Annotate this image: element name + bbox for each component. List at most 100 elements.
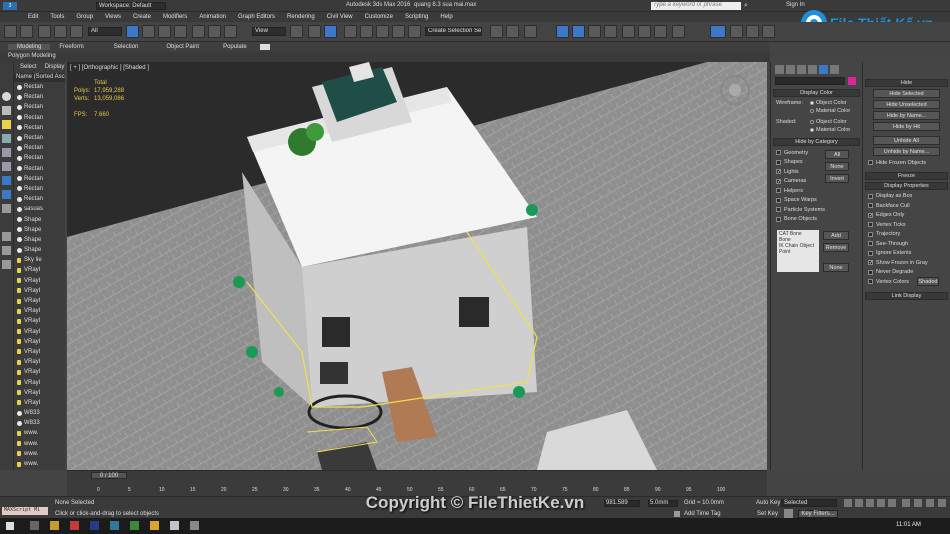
select-object-icon[interactable] [126,25,139,38]
redo-icon[interactable] [20,25,33,38]
create-tab-icon[interactable] [775,65,784,74]
tab-selection[interactable]: Selection [105,44,148,50]
key-filters-button[interactable]: Key Filters... [798,510,838,518]
maxscript-listener-field[interactable]: MAXScript Mi [2,507,48,515]
cat-bones-checkbox[interactable] [776,216,781,222]
scale-icon[interactable] [224,25,237,38]
list-item[interactable]: sasuas [14,204,65,214]
shaded-object-color-radio[interactable] [810,120,814,124]
rendered-frame-icon[interactable] [638,25,651,38]
freeze-rollout[interactable]: Freeze [865,171,948,180]
filter-groups-icon[interactable] [2,176,11,185]
wire-object-color-radio[interactable] [810,101,814,105]
modify-tab-icon[interactable] [786,65,795,74]
hide-by-name-button[interactable]: Hide by Name... [873,111,940,120]
taskbar-app-4-icon[interactable] [90,521,99,530]
list-item[interactable]: Shape [14,225,65,235]
vertex-colors-shaded-button[interactable]: Shaded [917,277,939,286]
list-item[interactable]: Rectan [14,143,65,153]
angle-snap-icon[interactable] [360,25,373,38]
align-icon[interactable] [506,25,519,38]
coord-y-field[interactable]: 5.0mm [648,500,678,507]
bind-spacewarp-icon[interactable] [70,25,83,38]
cat-invert-button[interactable]: Invert [825,174,849,183]
filter-bones-icon[interactable] [2,204,11,213]
prop-show-frozen-gray-checkbox[interactable]: ✓ [868,260,873,266]
link-icon[interactable] [38,25,51,38]
add-time-tag-button[interactable]: Add Time Tag [684,511,721,517]
edit-named-selection-icon[interactable] [408,25,421,38]
filter-shapes-icon[interactable] [2,106,11,115]
list-item[interactable]: www. [14,469,65,470]
time-tag-icon[interactable] [674,511,680,517]
hide-by-category-rollout[interactable]: Hide by Category [773,138,860,146]
menu-graph-editors[interactable]: Graph Editors [232,14,281,20]
hierarchy-tab-icon[interactable] [797,65,806,74]
list-item[interactable]: VRayI [14,367,65,377]
prop-never-degrade-checkbox[interactable] [868,269,873,275]
filter-invert-icon[interactable] [2,260,11,269]
prop-vertex-colors-checkbox[interactable] [868,279,873,285]
prev-frame-icon[interactable] [855,499,863,507]
rect-selection-icon[interactable] [158,25,171,38]
goto-start-icon[interactable] [844,499,852,507]
coord-x-field[interactable]: 981.589 [604,500,640,507]
list-remove-button[interactable]: Remove [823,243,849,252]
object-color-swatch[interactable] [848,77,856,85]
list-item[interactable]: www. [14,428,65,438]
keyboard-shortcut-icon[interactable] [324,25,337,38]
search-input[interactable]: Type a keyword or phrase [651,2,741,10]
list-item[interactable]: Shape [14,235,65,245]
cat-lights-checkbox[interactable]: ✓ [776,169,781,175]
auto-key-button[interactable]: Auto Key [756,500,780,506]
named-selection-set-select[interactable]: Create Selection Se [425,27,482,36]
list-item[interactable]: VRayI [14,388,65,398]
tab-modeling[interactable]: Modeling [8,44,51,50]
taskbar-app-6-icon[interactable] [130,521,139,530]
list-item[interactable]: Rectan [14,92,65,102]
taskbar-app-8-icon[interactable] [170,521,179,530]
prop-trajectory-checkbox[interactable] [868,231,873,237]
list-item[interactable]: Point [779,249,817,255]
filter-lights-icon[interactable] [2,120,11,129]
list-item[interactable]: VRayI [14,327,65,337]
ribbon-options-icon[interactable] [259,44,270,50]
rotate-icon[interactable] [208,25,221,38]
list-item[interactable]: Rectan [14,153,65,163]
snap-toggle-icon[interactable] [344,25,357,38]
tab-freeform[interactable]: Freeform [50,44,92,50]
taskbar-app-2-icon[interactable] [50,521,59,530]
filter-cameras-icon[interactable] [2,134,11,143]
next-frame-icon[interactable] [877,499,885,507]
key-mode-select[interactable]: Selected [781,499,837,507]
vray-toolbar-icon[interactable] [746,25,759,38]
material-editor-icon[interactable] [604,25,617,38]
window-crossing-icon[interactable] [174,25,187,38]
filter-none-icon[interactable] [2,246,11,255]
list-item[interactable]: Rectan [14,82,65,92]
list-item[interactable]: Rectan [14,184,65,194]
ribbon-toggle-icon[interactable] [556,25,569,38]
menu-edit[interactable]: Edit [22,14,44,20]
vray-rb-icon[interactable] [710,25,726,38]
list-item[interactable]: W833 [14,418,65,428]
list-item[interactable]: Rectan [14,174,65,184]
menu-views[interactable]: Views [99,14,127,20]
curve-editor-icon[interactable] [572,25,585,38]
menu-rendering[interactable]: Rendering [281,14,321,20]
list-item[interactable]: Shape [14,245,65,255]
list-item[interactable]: www. [14,459,65,469]
menu-group[interactable]: Group [70,14,99,20]
filter-all-icon[interactable] [2,232,11,241]
list-add-button[interactable]: Add [823,231,849,240]
shaded-material-color-radio[interactable] [810,128,814,132]
menu-tools[interactable]: Tools [44,14,70,20]
set-key-icon[interactable] [784,509,793,518]
zoom-icon[interactable] [902,499,910,507]
taskbar-clock[interactable]: 11:01 AM [896,522,921,528]
spinner-snap-icon[interactable] [392,25,405,38]
cat-shapes-checkbox[interactable] [776,159,781,165]
viewport-scene[interactable] [67,62,767,470]
prop-see-through-checkbox[interactable] [868,241,873,247]
filter-geometry-icon[interactable] [2,92,11,101]
